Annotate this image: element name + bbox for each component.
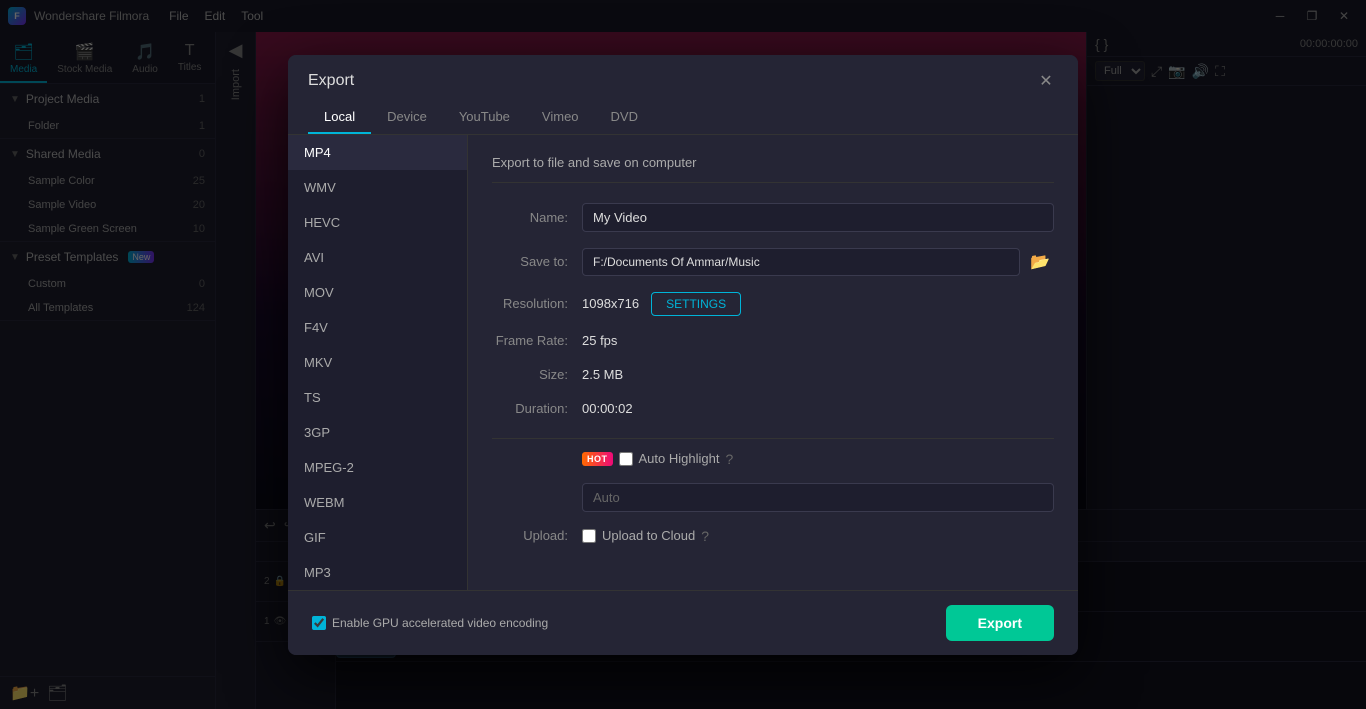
duration-field-row: Duration: 00:00:02 [492, 400, 1054, 418]
browse-folder-icon[interactable]: 📂 [1026, 248, 1054, 276]
hot-badge: HOT [582, 452, 613, 466]
format-mkv[interactable]: MKV [288, 345, 467, 380]
auto-dropdown[interactable]: Auto [582, 483, 1054, 512]
tab-device[interactable]: Device [371, 101, 443, 134]
auto-highlight-label: Auto Highlight [639, 451, 720, 466]
gpu-checkbox-label: Enable GPU accelerated video encoding [312, 616, 548, 630]
size-label: Size: [492, 367, 582, 382]
name-field-row: Name: [492, 203, 1054, 232]
export-description: Export to file and save on computer [492, 155, 1054, 183]
auto-highlight-help-icon[interactable]: ? [725, 451, 733, 467]
resolution-field-row: Resolution: 1098x716 SETTINGS [492, 292, 1054, 316]
auto-highlight-row: HOT Auto Highlight ? [492, 451, 1054, 467]
tab-vimeo[interactable]: Vimeo [526, 101, 595, 134]
upload-label: Upload: [492, 528, 582, 543]
resolution-value: 1098x716 SETTINGS [582, 292, 1054, 316]
duration-text: 00:00:02 [582, 401, 633, 416]
save-to-field-row: Save to: 📂 [492, 248, 1054, 276]
modal-footer: Enable GPU accelerated video encoding Ex… [288, 590, 1078, 655]
duration-value: 00:00:02 [582, 400, 1054, 418]
export-settings: Export to file and save on computer Name… [468, 135, 1078, 590]
framerate-label: Frame Rate: [492, 333, 582, 348]
upload-checkbox-label: Upload to Cloud [582, 528, 695, 543]
name-value [582, 203, 1054, 232]
format-mpeg2[interactable]: MPEG-2 [288, 450, 467, 485]
tab-youtube[interactable]: YouTube [443, 101, 526, 134]
gpu-label: Enable GPU accelerated video encoding [332, 616, 548, 630]
auto-dropdown-row: Auto [492, 483, 1054, 512]
app-container: F Wondershare Filmora File Edit Tool ─ ❐… [0, 0, 1366, 709]
format-hevc[interactable]: HEVC [288, 205, 467, 240]
framerate-text: 25 fps [582, 333, 617, 348]
settings-divider [492, 438, 1054, 439]
upload-help-icon[interactable]: ? [701, 528, 709, 544]
size-field-row: Size: 2.5 MB [492, 366, 1054, 384]
format-3gp[interactable]: 3GP [288, 415, 467, 450]
modal-title: Export [308, 72, 354, 90]
format-ts[interactable]: TS [288, 380, 467, 415]
format-list: MP4 WMV HEVC AVI MOV F4V MKV TS 3GP MPEG… [288, 135, 468, 590]
format-mov[interactable]: MOV [288, 275, 467, 310]
format-f4v[interactable]: F4V [288, 310, 467, 345]
format-wmv[interactable]: WMV [288, 170, 467, 205]
framerate-field-row: Frame Rate: 25 fps [492, 332, 1054, 350]
modal-overlay: Export ✕ Local Device YouTube Vimeo DVD … [0, 0, 1366, 709]
save-to-value: 📂 [582, 248, 1054, 276]
auto-dropdown-value: Auto [582, 483, 1054, 512]
auto-highlight-value: HOT Auto Highlight ? [582, 451, 1054, 467]
size-value: 2.5 MB [582, 366, 1054, 384]
modal-body: MP4 WMV HEVC AVI MOV F4V MKV TS 3GP MPEG… [288, 135, 1078, 590]
modal-close-button[interactable]: ✕ [1034, 69, 1058, 93]
export-button[interactable]: Export [946, 605, 1054, 641]
upload-cloud-checkbox[interactable] [582, 529, 596, 543]
save-path-input[interactable] [582, 248, 1020, 276]
format-mp4[interactable]: MP4 [288, 135, 467, 170]
export-modal: Export ✕ Local Device YouTube Vimeo DVD … [288, 55, 1078, 655]
settings-button[interactable]: SETTINGS [651, 292, 741, 316]
format-gif[interactable]: GIF [288, 520, 467, 555]
upload-cloud-label: Upload to Cloud [602, 528, 695, 543]
name-input[interactable] [582, 203, 1054, 232]
tab-dvd[interactable]: DVD [595, 101, 654, 134]
tab-local[interactable]: Local [308, 101, 371, 134]
modal-header: Export ✕ [288, 55, 1078, 93]
gpu-checkbox[interactable] [312, 616, 326, 630]
name-label: Name: [492, 210, 582, 225]
upload-field-row: Upload: Upload to Cloud ? [492, 528, 1054, 544]
save-label: Save to: [492, 254, 582, 269]
upload-value: Upload to Cloud ? [582, 528, 1054, 544]
size-text: 2.5 MB [582, 367, 623, 382]
format-avi[interactable]: AVI [288, 240, 467, 275]
resolution-label: Resolution: [492, 296, 582, 311]
format-mp3[interactable]: MP3 [288, 555, 467, 590]
modal-tabs: Local Device YouTube Vimeo DVD [288, 101, 1078, 135]
auto-highlight-checkbox-label: Auto Highlight [619, 451, 720, 466]
framerate-value: 25 fps [582, 332, 1054, 350]
duration-label: Duration: [492, 401, 582, 416]
auto-highlight-checkbox[interactable] [619, 452, 633, 466]
resolution-text: 1098x716 [582, 296, 639, 311]
format-webm[interactable]: WEBM [288, 485, 467, 520]
